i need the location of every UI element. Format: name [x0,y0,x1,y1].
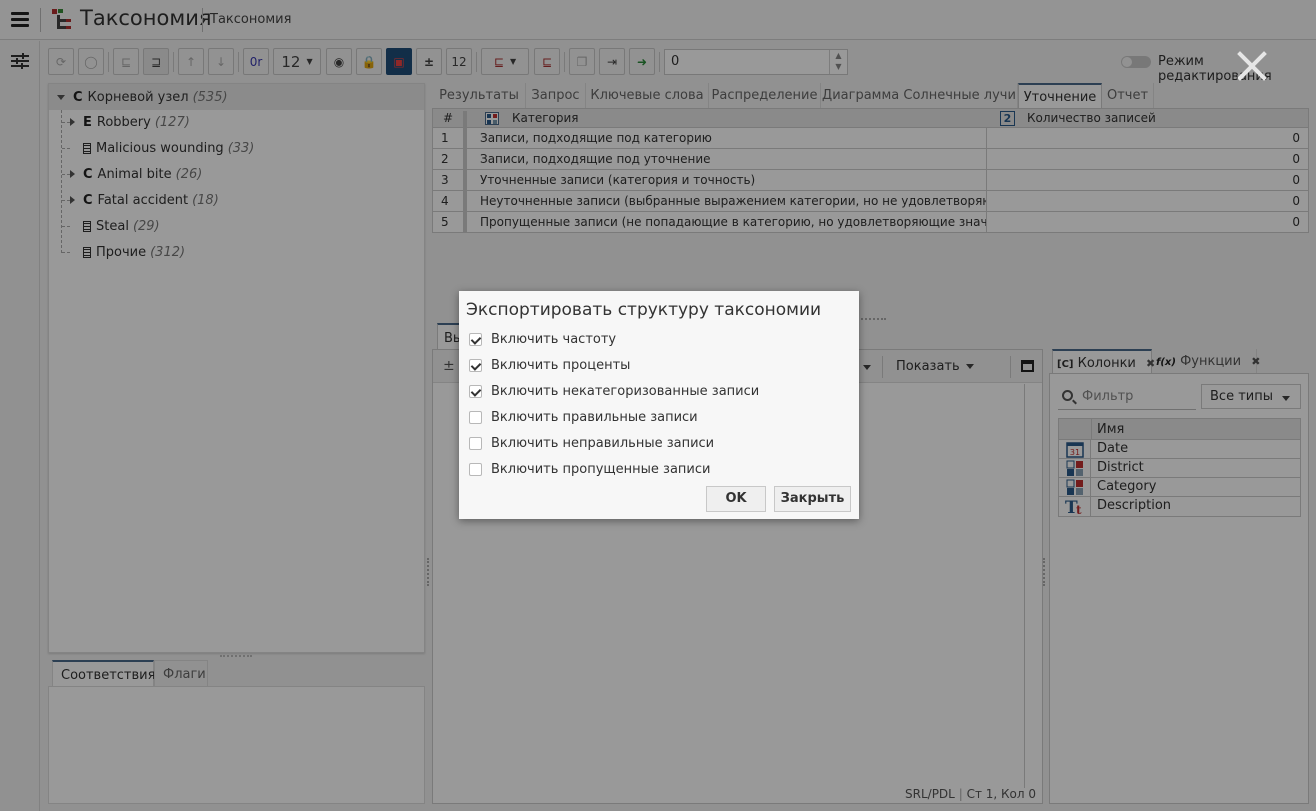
option-label: Включить правильные записи [491,409,698,425]
option-label: Включить проценты [491,357,631,373]
option-include-uncategorized[interactable]: Включить некатегоризованные записи [469,382,759,400]
checkbox-checked[interactable] [469,358,482,372]
close-icon[interactable] [1236,50,1268,82]
option-include-percent[interactable]: Включить проценты [469,356,630,374]
checkbox-checked[interactable] [469,332,482,346]
close-button[interactable]: Закрыть [774,486,851,512]
dialog-title: Экспортировать структуру таксономии [466,300,822,320]
checkbox-unchecked[interactable] [469,462,482,476]
ok-button[interactable]: OK [706,486,766,512]
export-taxonomy-dialog: Экспортировать структуру таксономии Вклю… [459,291,859,519]
checkbox-checked[interactable] [469,384,482,398]
option-include-frequency[interactable]: Включить частоту [469,330,616,348]
option-include-correct[interactable]: Включить правильные записи [469,408,698,426]
option-label: Включить частоту [491,331,617,347]
option-include-incorrect[interactable]: Включить неправильные записи [469,434,714,452]
checkbox-unchecked[interactable] [469,410,482,424]
option-label: Включить пропущенные записи [491,461,711,477]
option-label: Включить некатегоризованные записи [491,383,760,399]
checkbox-unchecked[interactable] [469,436,482,450]
option-include-missed[interactable]: Включить пропущенные записи [469,460,710,478]
option-label: Включить неправильные записи [491,435,715,451]
